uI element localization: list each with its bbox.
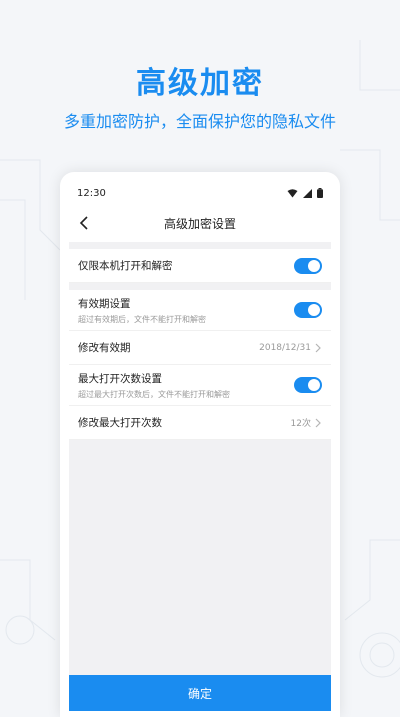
toggle-knob bbox=[308, 379, 320, 391]
max-opens-desc: 超过最大打开次数后，文件不能打开和解密 bbox=[78, 389, 230, 399]
max-opens-value: 12次 bbox=[290, 419, 311, 429]
edit-expiry-row[interactable]: 修改有效期 2018/12/31 bbox=[69, 331, 331, 365]
expiry-desc: 超过有效期后，文件不能打开和解密 bbox=[78, 314, 206, 324]
section-divider bbox=[69, 242, 331, 249]
local-only-row: 仅限本机打开和解密 bbox=[69, 249, 331, 283]
expiry-date-value: 2018/12/31 bbox=[259, 342, 311, 353]
max-opens-toggle[interactable] bbox=[294, 377, 322, 393]
max-opens-label: 最大打开次数设置 bbox=[78, 372, 162, 385]
chevron-right-icon bbox=[315, 343, 321, 352]
nav-title: 高级加密设置 bbox=[163, 216, 236, 231]
local-only-toggle[interactable] bbox=[294, 257, 322, 274]
confirm-button[interactable]: 确定 bbox=[69, 675, 331, 711]
local-only-label: 仅限本机打开和解密 bbox=[78, 260, 173, 272]
battery-icon bbox=[317, 188, 323, 198]
status-icons bbox=[287, 188, 323, 198]
edit-max-opens-label: 修改最大打开次数 bbox=[78, 417, 162, 429]
edit-max-opens-row[interactable]: 修改最大打开次数 12次 bbox=[69, 406, 331, 440]
promo-title: 高级加密 bbox=[136, 66, 264, 101]
max-opens-row: 最大打开次数设置 超过最大打开次数后，文件不能打开和解密 bbox=[69, 365, 331, 406]
wifi-icon bbox=[287, 188, 298, 197]
signal-icon bbox=[303, 188, 312, 198]
back-arrow-icon[interactable] bbox=[75, 213, 95, 233]
nav-bar: 高级加密设置 bbox=[69, 204, 331, 242]
expiry-label: 有效期设置 bbox=[78, 297, 131, 310]
toggle-knob bbox=[308, 259, 320, 272]
expiry-toggle[interactable] bbox=[294, 302, 322, 318]
edit-expiry-label: 修改有效期 bbox=[78, 342, 131, 354]
section-divider bbox=[69, 283, 331, 290]
status-bar: 12:30 bbox=[69, 182, 331, 204]
toggle-knob bbox=[308, 304, 320, 316]
chevron-right-icon bbox=[315, 418, 321, 427]
status-time: 12:30 bbox=[77, 187, 106, 199]
expiry-row: 有效期设置 超过有效期后，文件不能打开和解密 bbox=[69, 290, 331, 331]
app-screen: 12:30 高级加密设置 仅限本机打开和解密 有效期设置 超过有效期后，文件不能… bbox=[69, 182, 331, 711]
promo-subtitle: 多重加密防护，全面保护您的隐私文件 bbox=[63, 112, 336, 131]
